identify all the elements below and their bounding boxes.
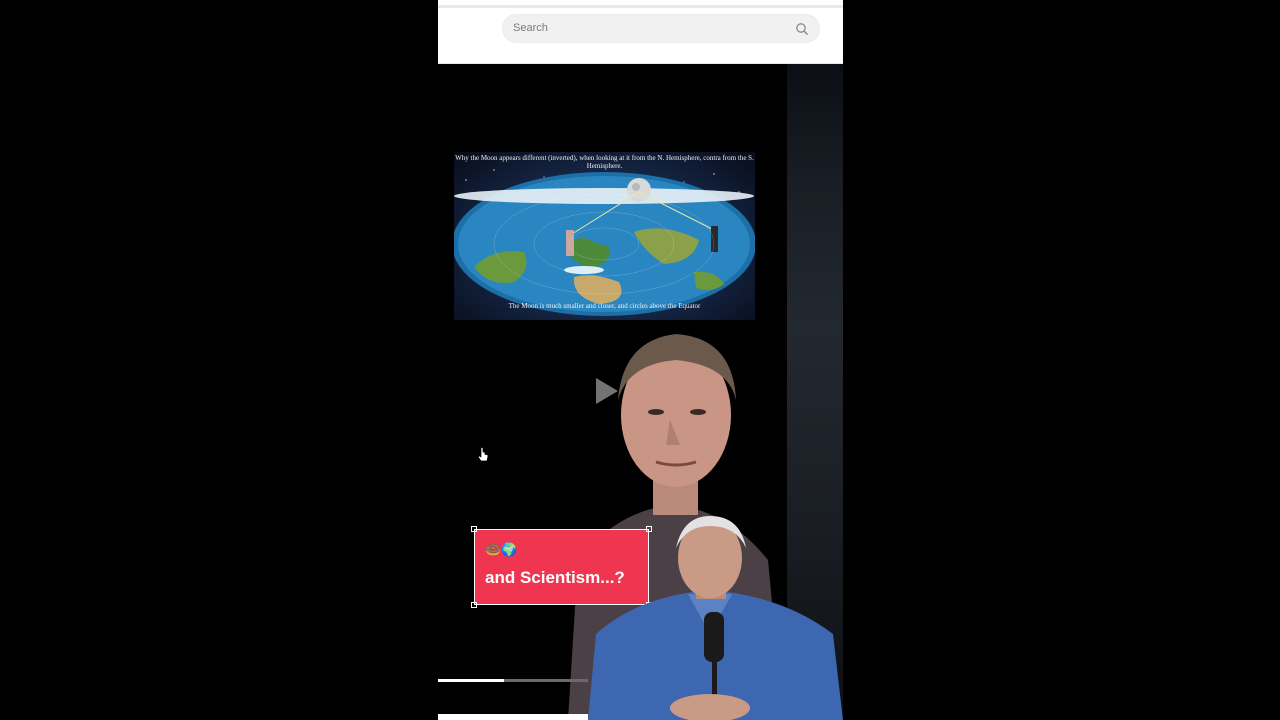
video-frame[interactable]: Search Why the Moon appears different (i… [438,0,843,720]
caption-emoji: 🍩🌍 [485,542,518,557]
cursor-icon [478,447,489,462]
sticker-resize-handle[interactable] [471,602,477,608]
flat-earth-map-image: Why the Moon appears different (inverted… [454,152,755,320]
header-divider [438,5,843,8]
search-placeholder: Search [513,22,548,34]
play-icon[interactable] [594,376,620,406]
presenter-overlay-video [588,516,843,720]
video-progress-fill [438,679,504,682]
map-illustration [454,165,755,316]
search-icon[interactable] [795,22,809,36]
map-caption-top: Why the Moon appears different (inverted… [455,154,754,170]
search-input[interactable]: Search [502,14,820,43]
header-bar: Search [438,0,843,64]
map-caption-bottom: The Moon is much smaller and closer, and… [508,302,701,310]
bottom-bar [438,714,588,720]
sticker-resize-handle[interactable] [471,526,477,532]
